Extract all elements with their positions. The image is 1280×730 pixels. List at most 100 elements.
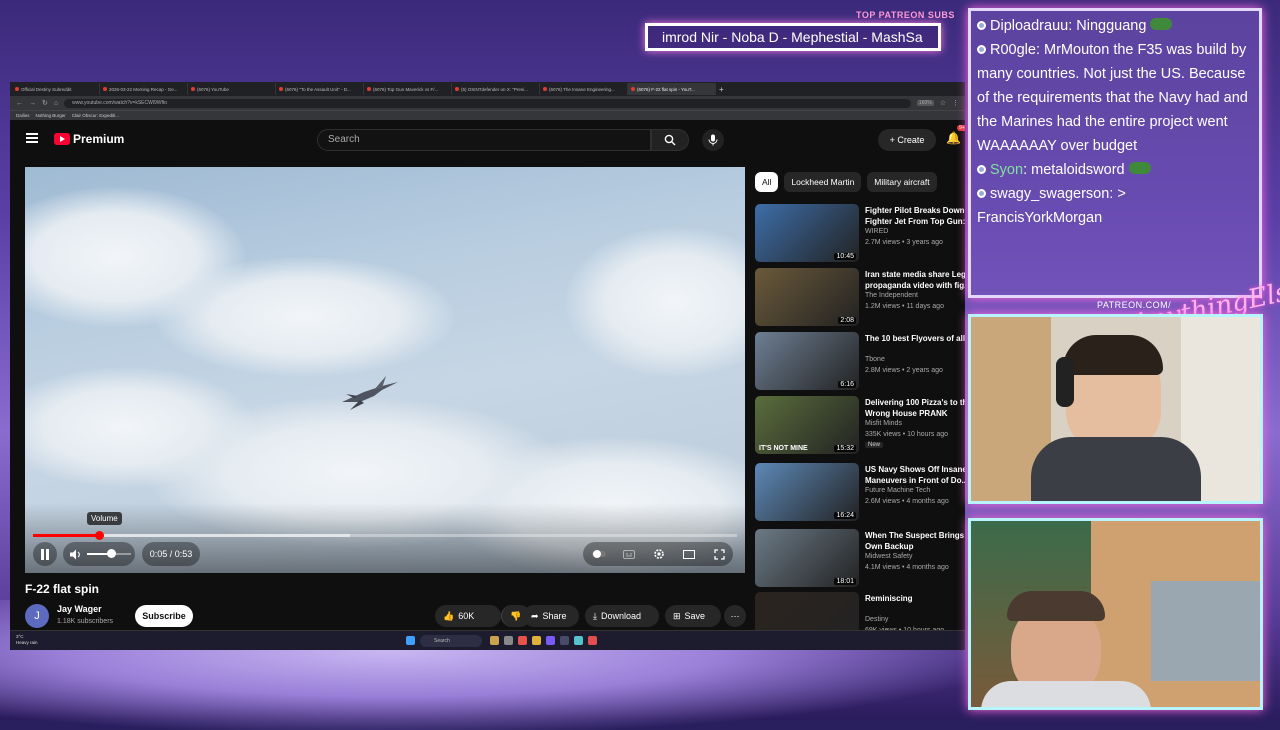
recommended-channel[interactable]: Misfit Minds: [865, 420, 902, 427]
tab-favicon-icon: [631, 87, 635, 91]
channel-avatar[interactable]: J: [25, 604, 49, 628]
streamer-hair: [1063, 335, 1163, 375]
theater-mode-button[interactable]: [677, 542, 701, 566]
subscriber-count: 1.18K subscribers: [57, 618, 114, 625]
recommended-channel[interactable]: WIRED: [865, 228, 888, 235]
notifications-bell-icon[interactable]: 🔔: [946, 131, 961, 145]
home-icon[interactable]: ⌂: [54, 100, 58, 107]
recommended-title[interactable]: Iran state media share Lego propaganda v…: [865, 269, 965, 291]
create-button[interactable]: + Create: [878, 129, 936, 151]
video-player[interactable]: Volume 0:05 / 0:53: [25, 167, 745, 573]
file-explorer-icon[interactable]: [532, 636, 541, 645]
recommended-video[interactable]: 16:24 US Navy Shows Off Insane Maneuvers …: [755, 463, 965, 523]
bookmark-item[interactable]: Clair Obscur: Expediti...: [72, 113, 119, 118]
captions-button[interactable]: [617, 542, 641, 566]
chat-text: metaloidsword: [1031, 162, 1125, 178]
video-thumbnail[interactable]: 16:24: [755, 463, 859, 521]
taskbar-search[interactable]: Search: [420, 635, 482, 647]
like-button[interactable]: 👍 60K: [435, 605, 501, 627]
progress-played: [33, 534, 100, 537]
recommended-title[interactable]: Delivering 100 Pizza's to the Wrong Hous…: [865, 397, 965, 419]
tab-favicon-icon: [103, 87, 107, 91]
video-thumbnail[interactable]: 2:08: [755, 268, 859, 326]
youtube-brand[interactable]: Premium: [73, 132, 124, 146]
browser-tab-active[interactable]: (6076) F-22 flat spin - YouT...: [628, 83, 716, 95]
fullscreen-button[interactable]: [707, 542, 731, 566]
recommended-title[interactable]: US Navy Shows Off Insane Maneuvers in Fr…: [865, 464, 965, 486]
tab-label: (6076) Top Gun Maverick vs F/...: [373, 86, 439, 92]
recommended-meta: 2.6M views • 4 months ago: [865, 498, 949, 505]
menu-icon[interactable]: [26, 133, 38, 143]
app-icon[interactable]: [574, 636, 583, 645]
browser-tab[interactable]: (6076) "To the Assault Unit" - D...: [276, 83, 364, 95]
recommended-video[interactable]: 18:01 When The Suspect Brings Own Backup M…: [755, 529, 965, 589]
browser-tab[interactable]: 2026-03-22 Morning Recap - Ge...: [100, 83, 188, 95]
autoplay-toggle[interactable]: [587, 542, 611, 566]
channel-name[interactable]: Jay Wager: [57, 604, 102, 614]
recommended-channel[interactable]: Midwest Safety: [865, 553, 912, 560]
browser-tab[interactable]: (6076) The Insane Engineering...: [540, 83, 628, 95]
settings-button[interactable]: [647, 542, 671, 566]
more-actions-button[interactable]: ⋯: [724, 605, 746, 627]
recommended-channel[interactable]: The Independent: [865, 292, 918, 299]
chip-lockheed-martin[interactable]: Lockheed Martin: [784, 172, 862, 192]
recommended-title[interactable]: Reminiscing: [865, 593, 965, 615]
video-thumbnail[interactable]: 10:45: [755, 204, 859, 262]
recommended-title[interactable]: Fighter Pilot Breaks Down Fighter Jet Fr…: [865, 205, 965, 227]
browser-tab[interactable]: (6076) Top Gun Maverick vs F/...: [364, 83, 452, 95]
save-button[interactable]: ⊞ Save: [665, 605, 721, 627]
recommended-video[interactable]: 10:45 Fighter Pilot Breaks Down Fighter J…: [755, 204, 965, 264]
widgets-icon[interactable]: [490, 636, 499, 645]
share-button[interactable]: ➦ Share: [523, 605, 579, 627]
recommended-video[interactable]: 6:16 The 10 best Flyovers of all Tbone 2.8M…: [755, 332, 965, 392]
download-button[interactable]: ⤓ Download: [585, 605, 659, 627]
share-icon: ➦: [531, 611, 539, 621]
new-tab-button[interactable]: +: [716, 83, 728, 95]
steam-icon[interactable]: [560, 636, 569, 645]
discord-icon[interactable]: [546, 636, 555, 645]
recommended-channel[interactable]: Future Machine Tech: [865, 487, 930, 494]
tab-label: (6076) "To the Assault Unit" - D...: [285, 86, 351, 92]
recommended-title[interactable]: When The Suspect Brings Own Backup: [865, 530, 965, 552]
video-thumbnail[interactable]: IT'S NOT MINE 15:32: [755, 396, 859, 454]
search-button[interactable]: [651, 129, 689, 151]
recommended-channel[interactable]: Destiny: [865, 616, 888, 623]
back-icon[interactable]: ←: [16, 100, 23, 107]
voice-search-button[interactable]: [702, 129, 724, 151]
reload-icon[interactable]: ↻: [42, 99, 48, 107]
chat-text: MrMouton the F35 was build by many count…: [977, 42, 1248, 154]
webcam-streamer-2: [968, 518, 1263, 710]
browser-tab[interactable]: (6076) YouTube: [188, 83, 276, 95]
volume-slider[interactable]: [87, 549, 131, 558]
chip-military-aircraft[interactable]: Military aircraft: [867, 172, 937, 192]
search-input[interactable]: Search: [317, 129, 651, 151]
video-thumbnail[interactable]: 18:01: [755, 529, 859, 587]
task-view-icon[interactable]: [504, 636, 513, 645]
progress-bar[interactable]: [33, 531, 737, 540]
subscribe-button[interactable]: Subscribe: [135, 605, 193, 627]
bookmark-item[interactable]: Nothing Burger: [36, 113, 66, 118]
bookmark-item[interactable]: Dailies: [16, 113, 30, 118]
youtube-logo-icon[interactable]: [54, 133, 70, 145]
recommended-video[interactable]: IT'S NOT MINE 15:32 Delivering 100 Pizza's…: [755, 396, 965, 456]
video-duration: 10:45: [834, 253, 856, 260]
browser-tab[interactable]: (5) OSINTdefender on X: "Presi...: [452, 83, 540, 95]
chrome-icon[interactable]: [518, 636, 527, 645]
obs-icon[interactable]: [588, 636, 597, 645]
pause-button[interactable]: [33, 542, 57, 566]
forward-icon[interactable]: →: [29, 100, 36, 107]
chip-all[interactable]: All: [755, 172, 779, 192]
windows-start-icon[interactable]: [406, 636, 415, 645]
extensions-icon[interactable]: ⋮: [952, 99, 959, 107]
recommended-video[interactable]: 2:08 Iran state media share Lego propagan…: [755, 268, 965, 328]
video-thumbnail[interactable]: 6:16: [755, 332, 859, 390]
address-bar[interactable]: www.youtube.com/watch?v=kSECWl9Wfto: [64, 98, 911, 108]
recommended-title[interactable]: The 10 best Flyovers of all: [865, 333, 965, 355]
zoom-indicator[interactable]: 160%: [916, 100, 934, 106]
weather-widget[interactable]: 3°C Heavy rain: [16, 634, 38, 646]
recommended-channel[interactable]: Tbone: [865, 356, 885, 363]
browser-tab[interactable]: Official Destiny Subreddit: [12, 83, 100, 95]
mute-button[interactable]: [65, 542, 87, 566]
bookmark-star-icon[interactable]: ☆: [940, 99, 946, 107]
like-count: 60K: [458, 611, 475, 621]
